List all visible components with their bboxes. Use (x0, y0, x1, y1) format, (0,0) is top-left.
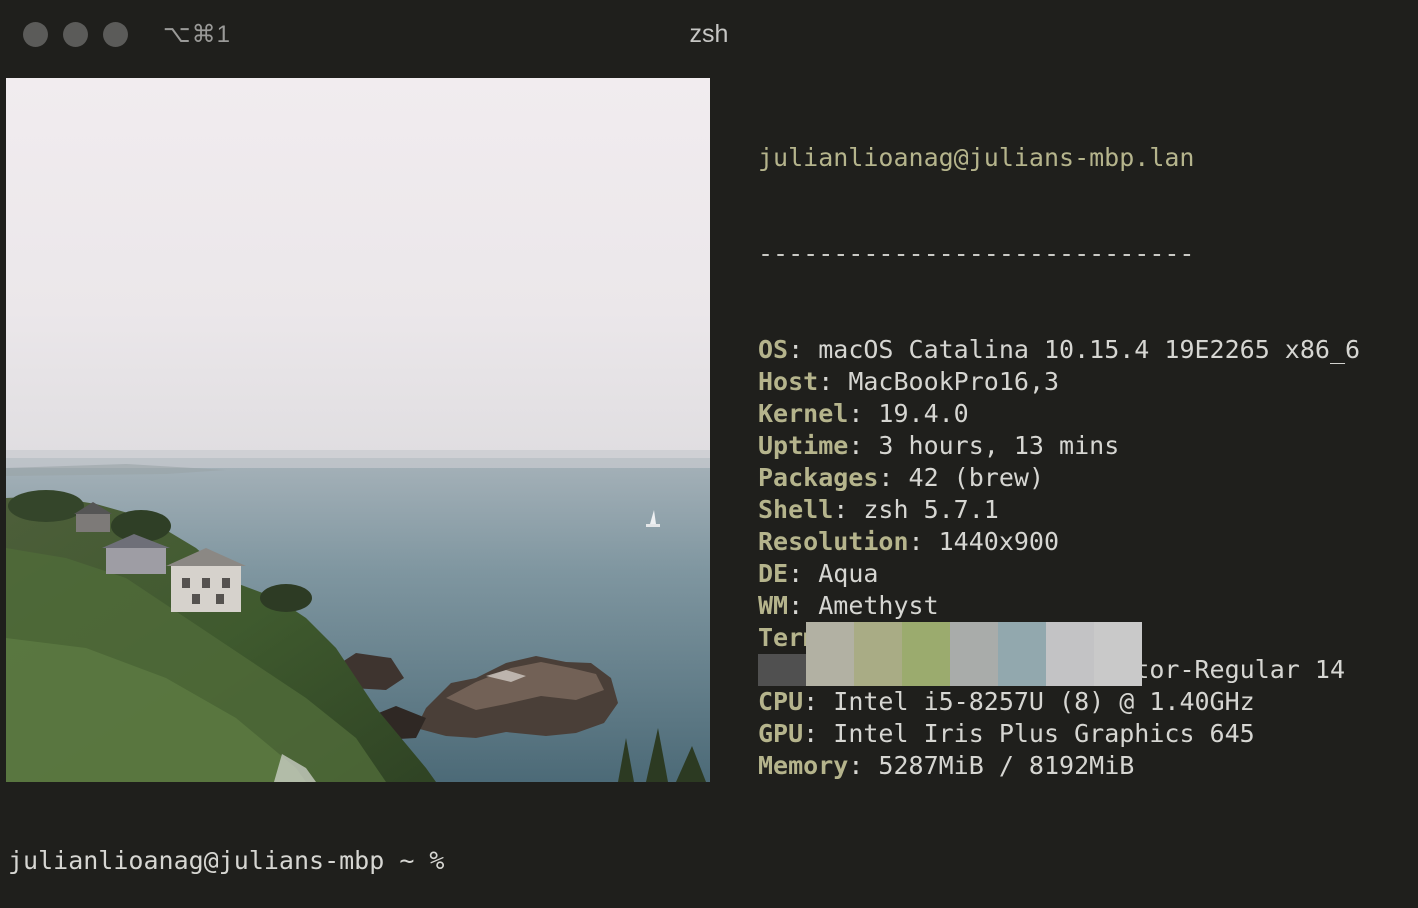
info-value: 42 (brew) (908, 463, 1044, 492)
palette-swatch (1046, 622, 1094, 686)
info-rows: OS: macOS Catalina 10.15.4 19E2265 x86_6… (758, 334, 1418, 782)
info-row: Host: MacBookPro16,3 (758, 367, 1060, 396)
user-host: julianlioanag@julians-mbp.lan (758, 143, 1195, 172)
info-value: zsh 5.7.1 (863, 495, 999, 524)
info-value: Intel Iris Plus Graphics 645 (833, 719, 1255, 748)
info-key: Uptime (758, 431, 849, 460)
info-value: Aqua (818, 559, 879, 588)
info-value: Intel i5-8257U (8) @ 1.40GHz (833, 687, 1255, 716)
info-key: Kernel (758, 399, 849, 428)
info-value: 5287MiB / 8192MiB (878, 751, 1135, 780)
palette-swatch (1094, 622, 1142, 686)
info-value: 19.4.0 (878, 399, 969, 428)
info-row: GPU: Intel Iris Plus Graphics 645 (758, 719, 1255, 748)
palette-swatch (950, 622, 998, 686)
info-key: Packages (758, 463, 879, 492)
info-value: 3 hours, 13 mins (878, 431, 1120, 460)
info-row: Uptime: 3 hours, 13 mins (758, 431, 1120, 460)
info-key: GPU (758, 719, 804, 748)
palette-swatch (902, 622, 950, 686)
info-value: macOS Catalina 10.15.4 19E2265 x86_6 (818, 335, 1361, 364)
info-key: Resolution (758, 527, 909, 556)
prompt-text: julianlioanag@julians-mbp ~ % (8, 846, 445, 875)
info-row: CPU: Intel i5-8257U (8) @ 1.40GHz (758, 687, 1255, 716)
title-bar[interactable]: ⌥⌘1 zsh (0, 0, 1418, 70)
info-row: OS: macOS Catalina 10.15.4 19E2265 x86_6 (758, 335, 1361, 364)
system-info: julianlioanag@julians-mbp.lan ----------… (758, 78, 1418, 846)
info-row: Shell: zsh 5.7.1 (758, 495, 999, 524)
separator: ----------------------------- (758, 239, 1195, 268)
info-value: MacBookPro16,3 (848, 367, 1060, 396)
info-row: Packages: 42 (brew) (758, 463, 1044, 492)
window-title: zsh (689, 20, 729, 48)
terminal-window: ⌥⌘1 zsh julianlioanag@julians-mbp.lan --… (0, 0, 1418, 908)
info-key: Memory (758, 751, 849, 780)
info-row: Kernel: 19.4.0 (758, 399, 969, 428)
info-row: WM: Amethyst (758, 591, 939, 620)
info-key: Host (758, 367, 819, 396)
info-value: 1440x900 (938, 527, 1060, 556)
info-key: Shell (758, 495, 834, 524)
palette-swatch (854, 622, 902, 686)
info-key: OS (758, 335, 789, 364)
palette-swatch (998, 622, 1046, 686)
info-key: DE (758, 559, 789, 588)
info-value: Amethyst (818, 591, 939, 620)
info-row: DE: Aqua (758, 559, 879, 588)
info-key: CPU (758, 687, 804, 716)
info-key: WM (758, 591, 789, 620)
info-row: Resolution: 1440x900 (758, 527, 1060, 556)
palette-swatch (758, 654, 806, 686)
info-row: Memory: 5287MiB / 8192MiB (758, 751, 1135, 780)
palette-swatch (806, 622, 854, 686)
shell-prompt[interactable]: julianlioanag@julians-mbp ~ % (8, 846, 445, 875)
coastal-landscape-image (6, 78, 710, 782)
